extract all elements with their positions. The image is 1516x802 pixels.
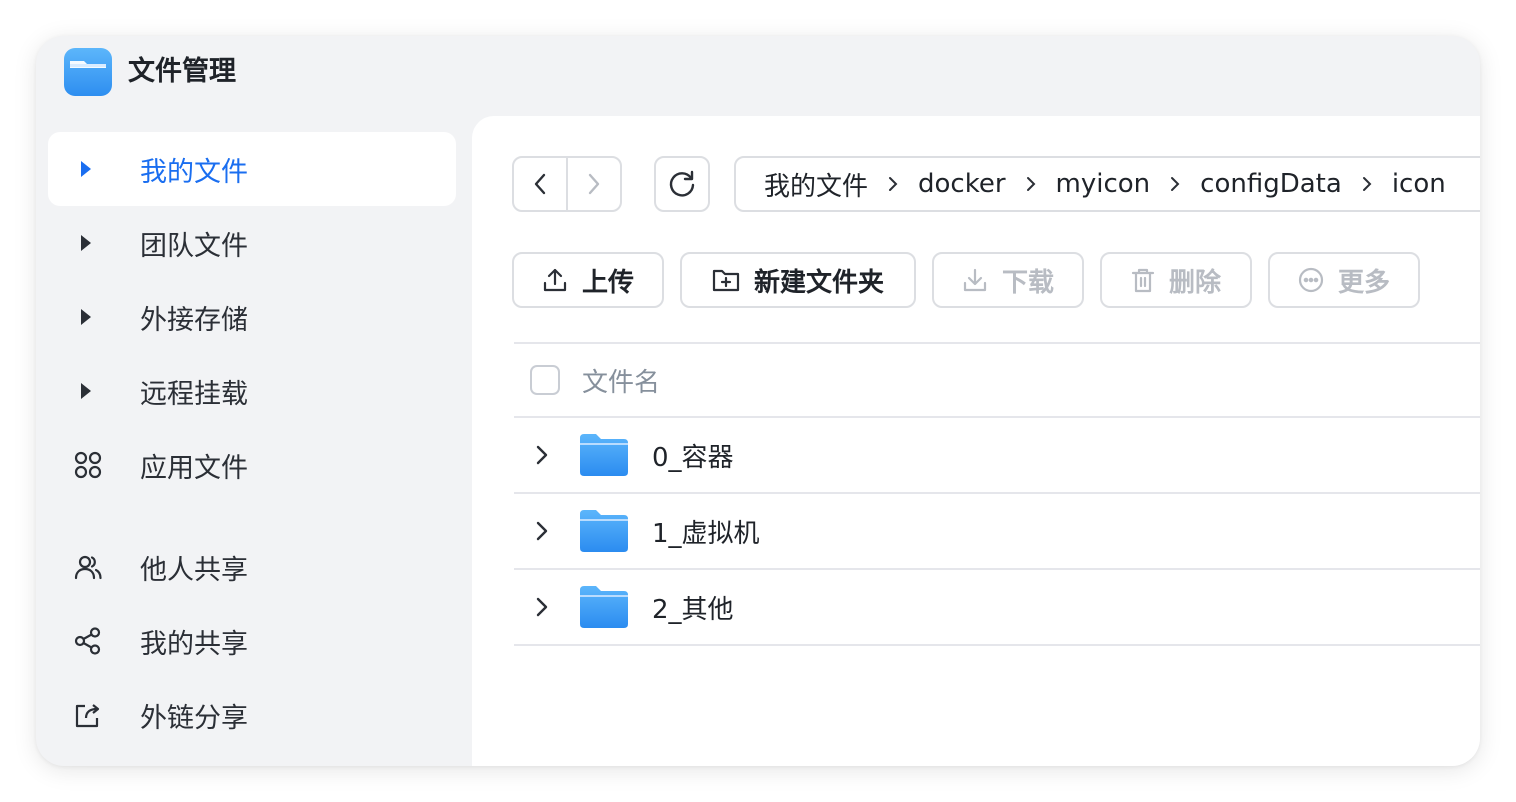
expand-chevron-icon[interactable] (536, 445, 564, 465)
triangle-right-icon[interactable] (74, 382, 114, 400)
expand-chevron-icon[interactable] (536, 597, 564, 617)
delete-button[interactable]: 删除 (1100, 252, 1252, 308)
apps-grid-icon (74, 451, 114, 479)
triangle-right-icon[interactable] (74, 234, 114, 252)
folder-app-icon (64, 48, 112, 96)
chevron-right-icon (1026, 176, 1036, 192)
new-folder-button[interactable]: 新建文件夹 (680, 252, 916, 308)
sidebar-item-label: 我的文件 (140, 156, 248, 188)
upload-button[interactable]: 上传 (512, 252, 664, 308)
delete-label: 删除 (1168, 267, 1221, 298)
download-button[interactable]: 下载 (932, 252, 1084, 308)
file-name: 2_其他 (652, 594, 734, 625)
table-row[interactable]: 1_虚拟机 (514, 494, 1480, 570)
folder-icon (580, 586, 628, 628)
sidebar-item-external-link-share[interactable]: 外链分享 (48, 678, 456, 752)
external-link-icon (74, 701, 114, 729)
trash-icon (1131, 268, 1155, 293)
breadcrumb-item[interactable]: configData (1200, 169, 1342, 199)
breadcrumb-item[interactable]: docker (918, 169, 1006, 199)
more-icon (1298, 267, 1324, 293)
sidebar-item-label: 外链分享 (140, 702, 248, 734)
chevron-right-icon (1170, 176, 1180, 192)
refresh-button[interactable] (654, 156, 710, 212)
select-all-checkbox[interactable] (530, 365, 560, 395)
column-header-filename[interactable]: 文件名 (582, 362, 660, 399)
sidebar-item-label: 应用文件 (140, 452, 248, 484)
sidebar-item-label: 外接存储 (140, 304, 248, 336)
breadcrumb-item[interactable]: 我的文件 (764, 166, 868, 203)
upload-label: 上传 (581, 267, 634, 298)
file-name: 0_容器 (652, 442, 734, 473)
sidebar-item-team-files[interactable]: 团队文件 (48, 206, 456, 280)
file-manager-window: 文件管理 我的文件 团队文件 外接存储 远程挂载 应用文件 他人共享 我的共享 … (36, 36, 1480, 766)
sidebar-item-my-files[interactable]: 我的文件 (48, 132, 456, 206)
file-table: 文件名 0_容器 1_虚拟机 2_其他 (514, 342, 1480, 646)
sidebar-item-shared-with-me[interactable]: 他人共享 (48, 530, 456, 604)
upload-icon (543, 268, 567, 292)
share-icon (74, 627, 114, 655)
chevron-right-icon (1362, 176, 1372, 192)
app-title: 文件管理 (128, 56, 236, 87)
sidebar-item-external-storage[interactable]: 外接存储 (48, 280, 456, 354)
download-icon (963, 268, 987, 292)
file-name: 1_虚拟机 (652, 518, 760, 549)
breadcrumb: 我的文件 docker myicon configData icon (734, 156, 1480, 212)
sidebar-item-label: 他人共享 (140, 554, 248, 586)
sidebar-item-remote-mount[interactable]: 远程挂载 (48, 354, 456, 428)
back-button[interactable] (514, 158, 566, 210)
sidebar-item-my-shares[interactable]: 我的共享 (48, 604, 456, 678)
main-panel: 我的文件 docker myicon configData icon 上传 新建… (472, 116, 1480, 766)
new-folder-label: 新建文件夹 (753, 267, 884, 298)
triangle-right-icon[interactable] (74, 308, 114, 326)
sidebar-item-app-files[interactable]: 应用文件 (48, 428, 456, 502)
folder-icon (580, 510, 628, 552)
sidebar-item-label: 团队文件 (140, 230, 248, 262)
sidebar-item-label: 远程挂载 (140, 378, 248, 410)
expand-chevron-icon[interactable] (536, 521, 564, 541)
users-icon (74, 553, 114, 581)
more-button[interactable]: 更多 (1268, 252, 1420, 308)
triangle-right-icon[interactable] (74, 160, 114, 178)
breadcrumb-item[interactable]: myicon (1056, 169, 1151, 199)
chevron-left-icon (534, 173, 546, 195)
download-label: 下载 (1001, 267, 1054, 298)
history-nav-group (512, 156, 622, 212)
table-row[interactable]: 2_其他 (514, 570, 1480, 646)
folder-icon (580, 434, 628, 476)
chevron-right-icon (888, 176, 898, 192)
sidebar: 我的文件 团队文件 外接存储 远程挂载 应用文件 他人共享 我的共享 外链分享 (48, 132, 456, 752)
sidebar-item-label: 我的共享 (140, 628, 248, 660)
refresh-icon (669, 170, 695, 197)
chevron-right-icon (588, 173, 600, 195)
breadcrumb-item[interactable]: icon (1392, 169, 1446, 199)
folder-plus-icon (712, 269, 740, 292)
more-label: 更多 (1337, 267, 1390, 298)
forward-button[interactable] (568, 158, 620, 210)
table-header: 文件名 (514, 342, 1480, 418)
table-row[interactable]: 0_容器 (514, 418, 1480, 494)
